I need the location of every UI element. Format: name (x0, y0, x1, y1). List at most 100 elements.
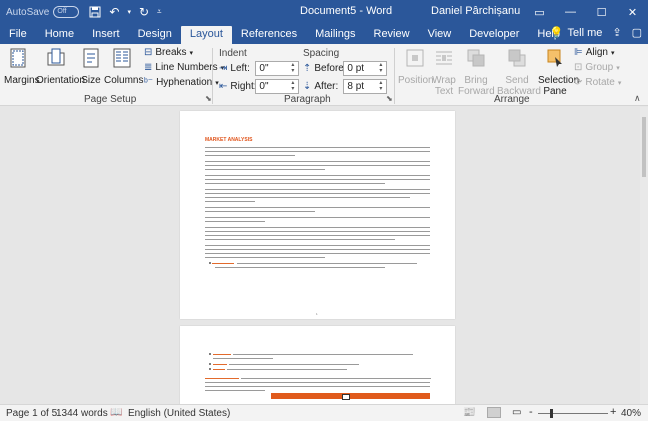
word-count[interactable]: 1344 words (56, 408, 108, 419)
indent-left-control: ⇥ Left: 0" (219, 61, 300, 76)
size-icon (83, 48, 99, 68)
position-button[interactable]: Position (398, 47, 434, 86)
read-mode-icon[interactable]: 📰 (463, 407, 475, 418)
indent-left-input[interactable]: 0" (255, 61, 300, 76)
chevron-down-icon: ▾ (189, 49, 194, 57)
breaks-icon: ⊟ (144, 47, 153, 58)
page-setup-launcher-icon[interactable]: ⬊ (205, 94, 212, 103)
maximize-icon[interactable]: ☐ (586, 0, 617, 24)
text-line (213, 369, 225, 370)
spacing-after-icon: ⇣ (303, 81, 312, 92)
zoom-level[interactable]: 40% (621, 408, 641, 419)
text-line (205, 239, 395, 240)
paragraph-launcher-icon[interactable]: ⬊ (386, 94, 393, 103)
tab-mailings[interactable]: Mailings (306, 26, 364, 44)
rotate-button[interactable]: ⟳ Rotate ▾ (574, 77, 621, 88)
tab-file[interactable]: File (0, 26, 36, 44)
document-page-2[interactable] (180, 326, 455, 406)
bring-forward-button[interactable]: Bring Forward (458, 47, 495, 97)
quick-access-toolbar: ↶ ▾ ↻ ⩡ (89, 5, 162, 19)
text-line (205, 211, 315, 212)
language[interactable]: English (United States) (128, 408, 230, 419)
lightbulb-icon: 💡 (549, 27, 564, 39)
group-separator (394, 48, 395, 104)
page-count[interactable]: Page 1 of 5 (6, 408, 57, 419)
send-backward-button[interactable]: Send Backward (497, 47, 541, 97)
tab-home[interactable]: Home (36, 26, 83, 44)
tab-developer[interactable]: Developer (460, 26, 528, 44)
customize-qat-icon[interactable]: ⩡ (157, 7, 162, 17)
print-layout-icon[interactable] (487, 407, 501, 418)
orientation-button[interactable]: Orientation (36, 47, 85, 86)
ribbon-display-options-icon[interactable]: ▭ (524, 0, 555, 24)
tab-insert[interactable]: Insert (83, 26, 129, 44)
tab-design[interactable]: Design (129, 26, 181, 44)
columns-button[interactable]: Columns (104, 47, 143, 86)
web-layout-icon[interactable]: ▭ (512, 407, 521, 418)
paragraph-group-label: Paragraph (284, 94, 331, 105)
breaks-button[interactable]: ⊟ Breaks ▾ (144, 47, 193, 58)
spacing-before-input[interactable]: 0 pt (343, 61, 388, 76)
spacing-before-control: ⇡ Before: 0 pt (303, 61, 388, 76)
indent-right-input[interactable]: 0" (255, 79, 300, 94)
text-line (227, 369, 347, 370)
text-line (212, 263, 234, 264)
proofing-icon[interactable]: 📖 (110, 407, 122, 418)
selection-pane-button[interactable]: Selection Pane (538, 47, 579, 97)
zoom-out-button[interactable]: - (529, 406, 533, 418)
mouse-cursor-icon (342, 394, 350, 400)
comments-icon[interactable]: ▢ (632, 26, 642, 39)
bullet (209, 368, 211, 370)
position-icon (406, 49, 424, 67)
zoom-slider-thumb[interactable] (550, 409, 553, 418)
wrap-text-button[interactable]: Wrap Text (432, 47, 456, 97)
selection-pane-icon (547, 49, 562, 67)
text-line (205, 382, 430, 383)
selected-text-highlight (271, 393, 430, 399)
tab-review[interactable]: Review (365, 26, 419, 44)
align-button[interactable]: ⊫ Align ▾ (574, 47, 614, 58)
minimize-icon[interactable]: — (555, 0, 586, 24)
text-line (205, 147, 430, 148)
share-icon[interactable]: ⇪ (612, 26, 621, 39)
spacing-after-input[interactable]: 8 pt (343, 79, 388, 94)
text-line (205, 245, 430, 246)
save-icon[interactable] (89, 6, 101, 18)
autosave-control[interactable]: AutoSave Off (6, 6, 80, 18)
group-icon: ⊡ (574, 62, 583, 73)
zoom-in-button[interactable]: + (610, 406, 616, 418)
tab-layout[interactable]: Layout (180, 26, 232, 44)
tell-me-box[interactable]: Tell me (568, 27, 603, 39)
size-button[interactable]: Size (80, 47, 102, 86)
text-line (205, 378, 239, 379)
tab-view[interactable]: View (419, 26, 461, 44)
document-heading: MARKET ANALYSIS (205, 137, 253, 143)
collapse-ribbon-icon[interactable]: ∧ (634, 93, 641, 104)
autosave-label: AutoSave (6, 6, 50, 18)
autosave-toggle[interactable]: Off (53, 6, 80, 18)
zoom-slider[interactable] (538, 413, 608, 414)
undo-dropdown-icon[interactable]: ▾ (127, 8, 131, 16)
text-line (205, 217, 430, 218)
vertical-scrollbar[interactable] (640, 107, 648, 404)
undo-icon[interactable]: ↶ (109, 5, 119, 19)
tab-right-controls: 💡 Tell me ⇪ ▢ (549, 26, 642, 40)
send-backward-icon (508, 49, 526, 67)
scrollbar-thumb[interactable] (642, 117, 646, 177)
redo-icon[interactable]: ↻ (139, 5, 149, 19)
text-line (205, 161, 430, 162)
margins-button[interactable]: Margins (4, 47, 40, 86)
bullet (209, 353, 211, 355)
indent-header: Indent (219, 48, 247, 59)
text-line (205, 235, 430, 236)
close-icon[interactable]: ✕ (617, 0, 648, 24)
document-page-1[interactable]: MARKET ANALYSIS 1 (180, 111, 455, 319)
spacing-header: Spacing (303, 48, 340, 59)
text-line (205, 165, 430, 166)
tab-references[interactable]: References (232, 26, 306, 44)
user-name[interactable]: Daniel Pârchișanu (431, 5, 520, 17)
text-line (205, 155, 295, 156)
hyphenation-button[interactable]: ᵇ⁻ Hyphenation ▾ (144, 77, 219, 88)
group-button[interactable]: ⊡ Group ▾ (574, 62, 620, 73)
text-line (205, 201, 255, 202)
